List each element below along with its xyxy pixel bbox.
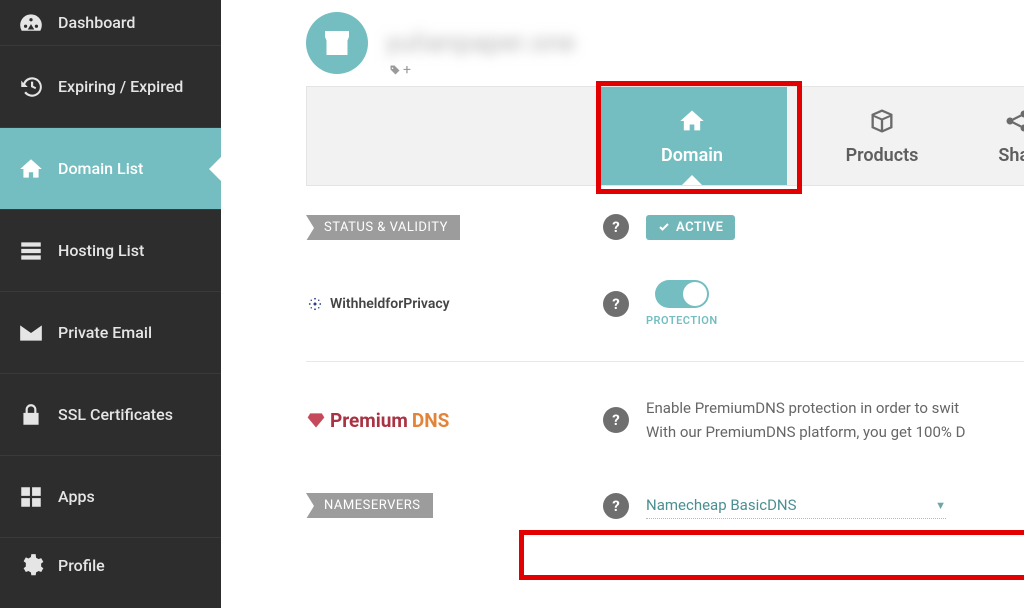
- nameservers-dropdown[interactable]: Namecheap BasicDNS ▼: [646, 492, 946, 519]
- nameservers-row: NAMESERVERS ? Namecheap BasicDNS ▼: [306, 464, 1024, 539]
- tab-domain[interactable]: Domain: [597, 87, 787, 185]
- sidebar-item-label: Expiring / Expired: [58, 77, 183, 96]
- sidebar-item-dashboard[interactable]: Dashboard: [0, 0, 221, 46]
- privacy-row: WithheldforPrivacy ? PROTECTION May 22, …: [306, 260, 1024, 347]
- gear-icon: [18, 552, 44, 578]
- diamond-icon: [306, 410, 326, 430]
- domain-name-blurred: yulianpaper.one: [386, 28, 576, 58]
- nameservers-selected: Namecheap BasicDNS: [646, 496, 797, 514]
- house-icon: [18, 156, 44, 182]
- sidebar-item-private-email[interactable]: Private Email: [0, 292, 221, 374]
- sidebar-item-domain-list[interactable]: Domain List: [0, 128, 221, 210]
- sidebar-item-label: Dashboard: [58, 13, 135, 32]
- clock-back-icon: [18, 74, 44, 100]
- envelope-icon: [18, 320, 44, 346]
- plus-icon: +: [403, 62, 411, 78]
- sidebar-item-profile[interactable]: Profile: [0, 538, 221, 592]
- add-tag-button[interactable]: +: [389, 62, 411, 78]
- sidebar-item-label: Hosting List: [58, 241, 144, 260]
- section-label-nameservers: NAMESERVERS: [306, 493, 433, 518]
- grid-icon: [18, 484, 44, 510]
- sidebar-item-label: SSL Certificates: [58, 405, 173, 424]
- premiumdns-desc-line1: Enable PremiumDNS protection in order to…: [646, 396, 1024, 420]
- chevron-down-icon: ▼: [935, 499, 946, 512]
- toggle-caption: PROTECTION: [646, 314, 718, 327]
- share-icon: [1003, 107, 1024, 135]
- house-icon: [678, 107, 706, 135]
- check-icon: [658, 221, 670, 233]
- sidebar-item-label: Domain List: [58, 159, 143, 178]
- premiumdns-row: PremiumDNS ? Enable PremiumDNS protectio…: [306, 361, 1024, 464]
- help-button-premiumdns[interactable]: ?: [603, 407, 629, 433]
- tab-label: Domain: [661, 145, 723, 166]
- tab-sharing[interactable]: Shar: [977, 87, 1024, 185]
- sidebar-item-apps[interactable]: Apps: [0, 456, 221, 538]
- help-button-status[interactable]: ?: [603, 214, 629, 240]
- privacy-brand: WithheldforPrivacy: [306, 295, 450, 313]
- status-row: STATUS & VALIDITY ? ACTIVE May 22, 2024 …: [306, 186, 1024, 260]
- tab-spacer: [307, 87, 597, 185]
- storefront-icon: [319, 25, 355, 61]
- help-button-privacy[interactable]: ?: [603, 291, 629, 317]
- premiumdns-brand: PremiumDNS: [306, 409, 449, 432]
- main-content: yulianpaper.one + Domain Products Shar S…: [221, 0, 1024, 608]
- tab-label: Products: [846, 145, 919, 166]
- help-button-nameservers[interactable]: ?: [603, 493, 629, 519]
- tag-icon: [389, 64, 401, 76]
- server-icon: [18, 238, 44, 264]
- sidebar-item-expiring[interactable]: Expiring / Expired: [0, 46, 221, 128]
- domain-header: yulianpaper.one: [306, 0, 1024, 86]
- sidebar-item-label: Apps: [58, 487, 95, 506]
- tab-products[interactable]: Products: [787, 87, 977, 185]
- privacy-protection-toggle[interactable]: [655, 280, 709, 308]
- gauge-icon: [18, 10, 44, 36]
- status-badge-active: ACTIVE: [646, 215, 735, 240]
- box-icon: [868, 107, 896, 135]
- sidebar-item-label: Private Email: [58, 323, 152, 342]
- sidebar-item-hosting-list[interactable]: Hosting List: [0, 210, 221, 292]
- sidebar-item-ssl[interactable]: SSL Certificates: [0, 374, 221, 456]
- domain-avatar: [306, 12, 368, 74]
- sidebar-item-label: Profile: [58, 556, 105, 575]
- premiumdns-desc-line2: With our PremiumDNS platform, you get 10…: [646, 420, 1024, 444]
- tabs: Domain Products Shar: [306, 86, 1024, 186]
- section-label-status: STATUS & VALIDITY: [306, 215, 460, 240]
- sidebar: Dashboard Expiring / Expired Domain List…: [0, 0, 221, 608]
- lock-icon: [18, 402, 44, 428]
- tab-label: Shar: [998, 145, 1024, 166]
- sparkle-icon: [306, 295, 324, 313]
